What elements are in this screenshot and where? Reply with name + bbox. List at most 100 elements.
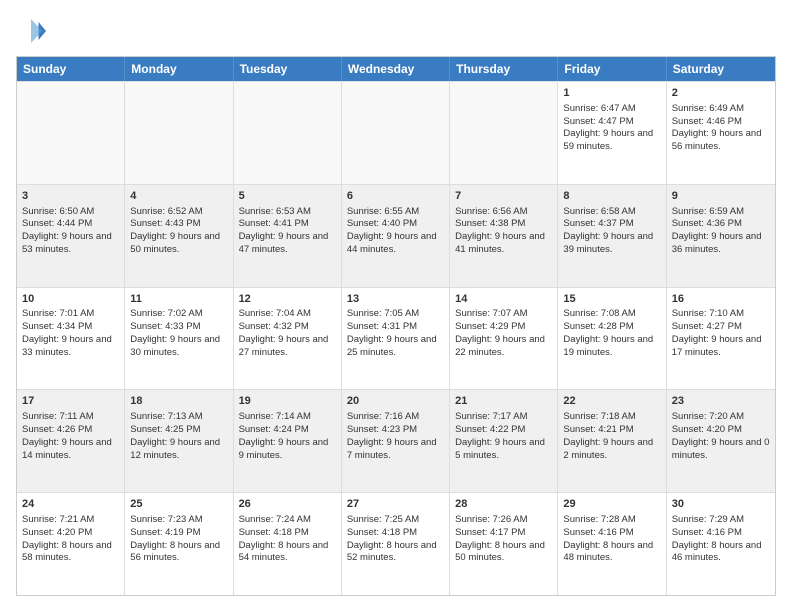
cell-content-line: Sunset: 4:40 PM [347, 218, 444, 231]
cal-cell-r1-c4: 7Sunrise: 6:56 AMSunset: 4:38 PMDaylight… [450, 185, 558, 287]
cell-content-line: Daylight: 9 hours and 56 minutes. [672, 128, 770, 154]
cal-cell-r4-c3: 27 Sunrise: 7:25 AMSunset: 4:18 PMDayligh… [342, 493, 450, 595]
cell-content-line: Sunset: 4:18 PM [239, 527, 336, 540]
cal-cell-r2-c0: 10Sunrise: 7:01 AMSunset: 4:34 PMDayligh… [17, 288, 125, 390]
cell-content-line: Sunrise: 6:52 AM [130, 206, 227, 219]
cell-content-line: Sunrise: 7:13 AM [130, 411, 227, 424]
day-number: 27 [347, 497, 444, 512]
cell-content-line: Daylight: 8 hours and 52 minutes. [347, 540, 444, 566]
cell-content-line: Sunset: 4:27 PM [672, 321, 770, 334]
cell-content-line: Sunrise: 6:58 AM [563, 206, 660, 219]
cal-cell-r3-c6: 23Sunrise: 7:20 AMSunset: 4:20 PMDayligh… [667, 390, 775, 492]
cell-content-line: Sunrise: 7:29 AM [672, 514, 770, 527]
cell-content-line: Sunset: 4:41 PM [239, 218, 336, 231]
day-number: 20 [347, 394, 444, 409]
day-number: 8 [563, 189, 660, 204]
cal-cell-r1-c1: 4Sunrise: 6:52 AMSunset: 4:43 PMDaylight… [125, 185, 233, 287]
cell-content-line: Sunset: 4:43 PM [130, 218, 227, 231]
cal-cell-r2-c2: 12Sunrise: 7:04 AMSunset: 4:32 PMDayligh… [234, 288, 342, 390]
cell-content-line: Daylight: 8 hours and 58 minutes. [22, 540, 119, 566]
cal-cell-r4-c1: 25Sunrise: 7:23 AMSunset: 4:19 PMDayligh… [125, 493, 233, 595]
cell-content-line: Sunset: 4:20 PM [672, 424, 770, 437]
cell-content-line: Sunset: 4:38 PM [455, 218, 552, 231]
day-number: 18 [130, 394, 227, 409]
cal-cell-r2-c5: 15Sunrise: 7:08 AMSunset: 4:28 PMDayligh… [558, 288, 666, 390]
cell-content-line: Sunset: 4:18 PM [347, 527, 444, 540]
cal-cell-r3-c4: 21Sunrise: 7:17 AMSunset: 4:22 PMDayligh… [450, 390, 558, 492]
day-number: 12 [239, 292, 336, 307]
cal-cell-r4-c5: 29Sunrise: 7:28 AMSunset: 4:16 PMDayligh… [558, 493, 666, 595]
cell-content-line: Daylight: 9 hours and 39 minutes. [563, 231, 660, 257]
day-number: 28 [455, 497, 552, 512]
cell-content-line: Sunrise: 7:26 AM [455, 514, 552, 527]
cell-content-line: Sunrise: 7:05 AM [347, 308, 444, 321]
cell-content-line: Daylight: 9 hours and 12 minutes. [130, 437, 227, 463]
day-number: 24 [22, 497, 119, 512]
cal-cell-r4-c6: 30Sunrise: 7:29 AMSunset: 4:16 PMDayligh… [667, 493, 775, 595]
day-number: 9 [672, 189, 770, 204]
cal-cell-r1-c0: 3Sunrise: 6:50 AMSunset: 4:44 PMDaylight… [17, 185, 125, 287]
page: SundayMondayTuesdayWednesdayThursdayFrid… [0, 0, 792, 612]
cell-content-line: Sunset: 4:21 PM [563, 424, 660, 437]
cell-content-line: Daylight: 9 hours and 22 minutes. [455, 334, 552, 360]
cell-content-line: Sunrise: 7:08 AM [563, 308, 660, 321]
cal-cell-r1-c3: 6Sunrise: 6:55 AMSunset: 4:40 PMDaylight… [342, 185, 450, 287]
day-number: 19 [239, 394, 336, 409]
calendar-header-row: SundayMondayTuesdayWednesdayThursdayFrid… [17, 57, 775, 81]
cell-content-line: Sunrise: 7:24 AM [239, 514, 336, 527]
cell-content-line: Sunset: 4:23 PM [347, 424, 444, 437]
day-number: 5 [239, 189, 336, 204]
cell-content-line: Sunset: 4:22 PM [455, 424, 552, 437]
cell-content-line: Sunrise: 6:55 AM [347, 206, 444, 219]
cal-cell-r3-c3: 20Sunrise: 7:16 AMSunset: 4:23 PMDayligh… [342, 390, 450, 492]
day-number: 11 [130, 292, 227, 307]
cell-content-line: Sunset: 4:26 PM [22, 424, 119, 437]
cell-content-line: Sunset: 4:32 PM [239, 321, 336, 334]
cell-content-line: Sunrise: 6:50 AM [22, 206, 119, 219]
cal-cell-r4-c2: 26Sunrise: 7:24 AMSunset: 4:18 PMDayligh… [234, 493, 342, 595]
cell-content-line: Daylight: 9 hours and 59 minutes. [563, 128, 660, 154]
cell-content-line: Daylight: 9 hours and 50 minutes. [130, 231, 227, 257]
day-number: 10 [22, 292, 119, 307]
cell-content-line: Sunrise: 7:25 AM [347, 514, 444, 527]
cell-content-line: Sunrise: 6:56 AM [455, 206, 552, 219]
cell-content-line: Sunrise: 7:28 AM [563, 514, 660, 527]
cell-content-line: Sunrise: 6:49 AM [672, 103, 770, 116]
cell-content-line: Sunset: 4:17 PM [455, 527, 552, 540]
cell-content-line: Sunset: 4:47 PM [563, 116, 660, 129]
cal-cell-r4-c0: 24Sunrise: 7:21 AMSunset: 4:20 PMDayligh… [17, 493, 125, 595]
cell-content-line: Sunrise: 7:10 AM [672, 308, 770, 321]
cell-content-line: Sunrise: 7:07 AM [455, 308, 552, 321]
cell-content-line: Sunset: 4:16 PM [672, 527, 770, 540]
cal-cell-r2-c1: 11Sunrise: 7:02 AMSunset: 4:33 PMDayligh… [125, 288, 233, 390]
cal-cell-r2-c6: 16Sunrise: 7:10 AMSunset: 4:27 PMDayligh… [667, 288, 775, 390]
cell-content-line: Daylight: 8 hours and 54 minutes. [239, 540, 336, 566]
cal-cell-r0-c2 [234, 82, 342, 184]
cell-content-line: Daylight: 9 hours and 0 minutes. [672, 437, 770, 463]
cell-content-line: Sunset: 4:31 PM [347, 321, 444, 334]
cell-content-line: Sunset: 4:33 PM [130, 321, 227, 334]
cell-content-line: Daylight: 9 hours and 17 minutes. [672, 334, 770, 360]
cell-content-line: Sunset: 4:28 PM [563, 321, 660, 334]
day-number: 7 [455, 189, 552, 204]
cell-content-line: Sunrise: 7:20 AM [672, 411, 770, 424]
calendar-body: 1Sunrise: 6:47 AMSunset: 4:47 PMDaylight… [17, 81, 775, 595]
cell-content-line: Sunset: 4:34 PM [22, 321, 119, 334]
day-number: 25 [130, 497, 227, 512]
logo [16, 16, 48, 46]
day-number: 1 [563, 86, 660, 101]
cell-content-line: Sunrise: 7:04 AM [239, 308, 336, 321]
cell-content-line: Daylight: 9 hours and 33 minutes. [22, 334, 119, 360]
day-number: 14 [455, 292, 552, 307]
cal-cell-r3-c5: 22Sunrise: 7:18 AMSunset: 4:21 PMDayligh… [558, 390, 666, 492]
cell-content-line: Sunset: 4:16 PM [563, 527, 660, 540]
cell-content-line: Sunset: 4:19 PM [130, 527, 227, 540]
cal-cell-r0-c6: 2Sunrise: 6:49 AMSunset: 4:46 PMDaylight… [667, 82, 775, 184]
cell-content-line: Daylight: 8 hours and 46 minutes. [672, 540, 770, 566]
day-number: 3 [22, 189, 119, 204]
cal-cell-r1-c2: 5Sunrise: 6:53 AMSunset: 4:41 PMDaylight… [234, 185, 342, 287]
cal-row-3: 17Sunrise: 7:11 AMSunset: 4:26 PMDayligh… [17, 389, 775, 492]
cell-content-line: Sunset: 4:46 PM [672, 116, 770, 129]
cal-header-wednesday: Wednesday [342, 57, 450, 81]
cal-cell-r0-c1 [125, 82, 233, 184]
